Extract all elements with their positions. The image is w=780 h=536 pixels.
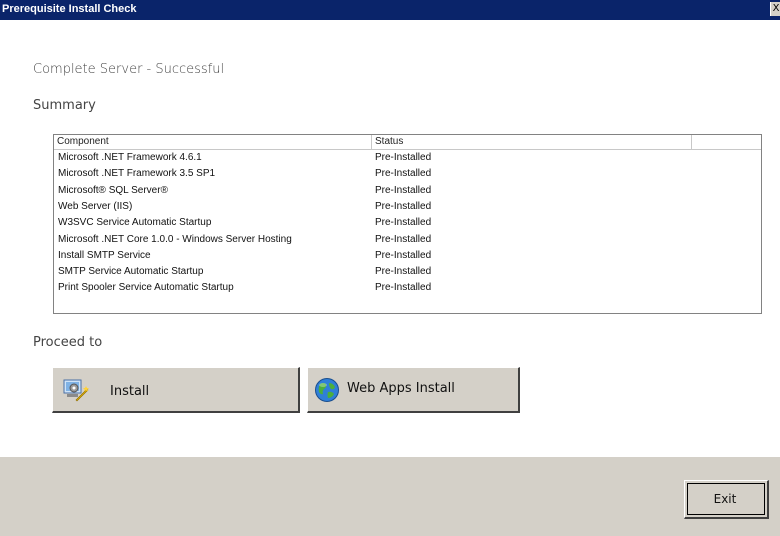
footer-bar bbox=[0, 457, 780, 536]
globe-icon bbox=[315, 378, 339, 402]
web-apps-install-button[interactable]: Web Apps Install bbox=[307, 367, 520, 413]
status-cell: Pre-Installed bbox=[375, 200, 432, 212]
install-button-label: Install bbox=[110, 384, 150, 399]
exit-button-label: Exit bbox=[713, 492, 737, 506]
summary-label: Summary bbox=[33, 98, 96, 113]
proceed-label: Proceed to bbox=[33, 335, 103, 350]
close-icon[interactable]: X bbox=[770, 2, 780, 16]
table-row[interactable]: Install SMTP Service Pre-Installed bbox=[54, 248, 761, 264]
list-header: Component Status bbox=[54, 135, 761, 150]
web-apps-install-button-label: Web Apps Install bbox=[347, 381, 455, 396]
table-row[interactable]: Web Server (IIS) Pre-Installed bbox=[54, 199, 761, 215]
table-row[interactable]: Print Spooler Service Automatic Startup P… bbox=[54, 280, 761, 296]
component-cell: Install SMTP Service bbox=[58, 249, 151, 261]
exit-button[interactable]: Exit bbox=[684, 480, 769, 519]
column-header-blank[interactable] bbox=[692, 135, 761, 149]
table-row[interactable]: Microsoft .NET Framework 3.5 SP1 Pre-Inst… bbox=[54, 166, 761, 182]
component-cell: Microsoft .NET Framework 4.6.1 bbox=[58, 152, 202, 163]
table-row[interactable]: Microsoft .NET Core 1.0.0 - Windows Serv… bbox=[54, 232, 761, 248]
status-cell: Pre-Installed bbox=[375, 184, 432, 196]
status-cell: Pre-Installed bbox=[375, 249, 432, 261]
status-cell: Pre-Installed bbox=[375, 282, 432, 294]
install-wizard-icon bbox=[63, 379, 89, 402]
install-button[interactable]: Install bbox=[52, 367, 300, 413]
window-title: Prerequisite Install Check bbox=[2, 3, 137, 15]
status-cell: Pre-Installed bbox=[375, 168, 432, 180]
table-row[interactable]: W3SVC Service Automatic Startup Pre-Insta… bbox=[54, 215, 761, 231]
status-cell: Pre-Installed bbox=[375, 217, 432, 229]
table-row[interactable]: Microsoft® SQL Server® Pre-Installed bbox=[54, 183, 761, 199]
component-cell: SMTP Service Automatic Startup bbox=[58, 266, 204, 278]
component-list[interactable]: Component Status Microsoft .NET Framewor… bbox=[53, 134, 762, 314]
component-cell: Web Server (IIS) bbox=[58, 200, 133, 212]
status-cell: Pre-Installed bbox=[375, 266, 432, 278]
status-cell: Pre-Installed bbox=[375, 233, 432, 245]
column-header-status[interactable]: Status bbox=[372, 135, 692, 149]
table-row[interactable]: Microsoft .NET Framework 4.6.1 Pre-Instal… bbox=[54, 150, 761, 166]
table-row[interactable]: SMTP Service Automatic Startup Pre-Instal… bbox=[54, 264, 761, 280]
title-bar[interactable]: Prerequisite Install Check X bbox=[0, 0, 780, 20]
component-cell: Print Spooler Service Automatic Startup bbox=[58, 282, 234, 294]
component-cell: Microsoft .NET Core 1.0.0 - Windows Serv… bbox=[58, 233, 292, 245]
component-cell: Microsoft® SQL Server® bbox=[58, 184, 168, 196]
status-cell: Pre-Installed bbox=[375, 152, 432, 163]
component-cell: W3SVC Service Automatic Startup bbox=[58, 217, 212, 229]
column-header-component[interactable]: Component bbox=[54, 135, 372, 149]
page-title: Complete Server - Successful bbox=[33, 62, 225, 77]
component-cell: Microsoft .NET Framework 3.5 SP1 bbox=[58, 168, 216, 180]
